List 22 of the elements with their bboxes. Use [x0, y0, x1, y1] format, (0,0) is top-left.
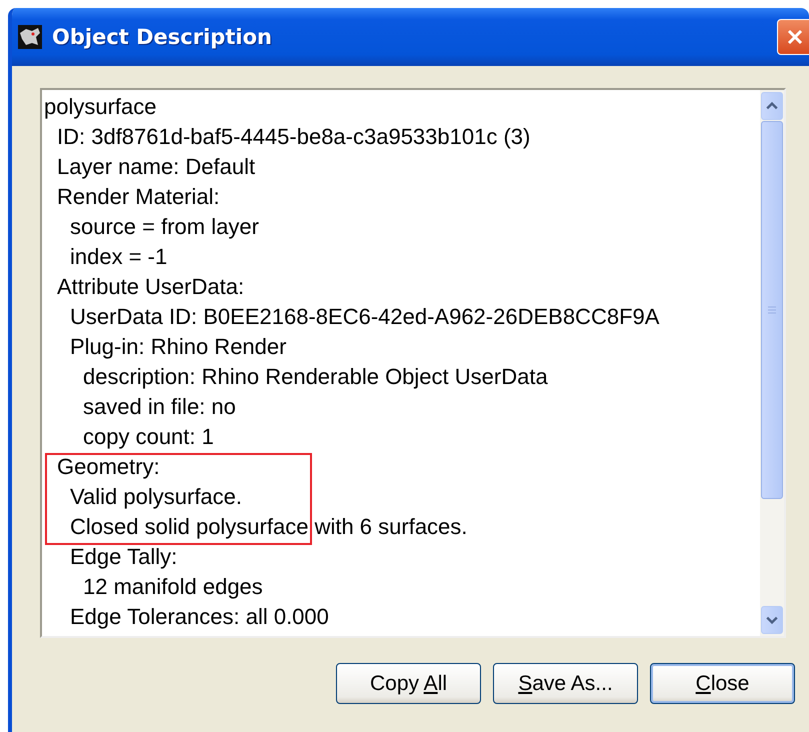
listing-line: saved in file: no: [83, 393, 236, 421]
listing-line: UserData ID: B0EE2168-8EC6-42ed-A962-26DEB8CC8F9A: [70, 303, 660, 331]
dialog-button[interactable]: Save As...: [493, 663, 638, 704]
listing-line: description: Rhino Renderable Object UserData: [83, 363, 548, 391]
listing-line: index = -1: [70, 243, 168, 271]
listing-line: Valid polysurface.: [70, 483, 242, 511]
listing-line: Render Material:: [57, 183, 220, 211]
dialog-button[interactable]: Close: [650, 663, 795, 704]
listing-line: Plug-in: Rhino Render: [70, 333, 286, 361]
listing-line: source = from layer: [70, 213, 259, 241]
listing-line: ID: 3df8761d-baf5-4445-be8a-c3a9533b101c (3): [57, 123, 530, 151]
listing-line: Geometry:: [57, 453, 160, 481]
listing-line: Closed solid polysurface with 6 surfaces.: [70, 513, 468, 541]
listing-line: Edge Tally:: [70, 543, 178, 571]
listing-line: Layer name: Default: [57, 153, 256, 181]
window-title: Object Description: [52, 25, 273, 49]
dialog-button[interactable]: Copy All: [336, 663, 481, 704]
listing-line: 12 manifold edges: [83, 573, 263, 601]
listing-line: copy count: 1: [83, 423, 214, 451]
listing-line: Edge Tolerances: all 0.000: [70, 603, 329, 631]
listing-line: Attribute UserData:: [57, 273, 244, 301]
listing-line: polysurface: [44, 93, 157, 121]
